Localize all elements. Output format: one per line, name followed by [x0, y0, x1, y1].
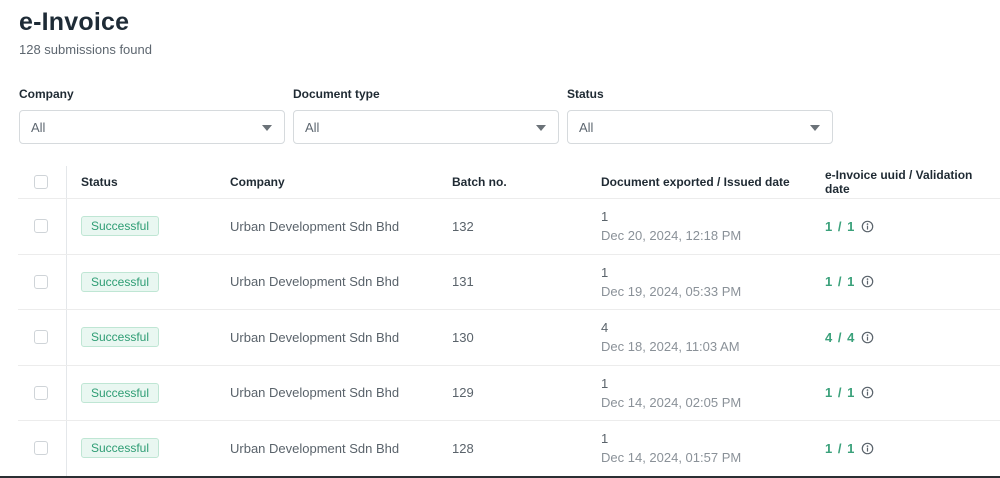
row-checkbox[interactable] [34, 385, 48, 400]
column-header-status[interactable]: Status [81, 166, 118, 198]
uuid-count: 1 / 1 [825, 218, 856, 234]
document-type-select-value: All [305, 119, 320, 135]
company-cell: Urban Development Sdn Bhd [230, 274, 400, 290]
row-checkbox[interactable] [34, 219, 48, 234]
batch-cell: 128 [452, 440, 474, 456]
document-count: 1 [601, 431, 609, 447]
caret-down-icon [810, 125, 820, 131]
batch-cell: 130 [452, 329, 474, 345]
status-cell: Successful [81, 199, 160, 254]
status-cell: Successful [81, 366, 160, 421]
info-icon[interactable] [861, 331, 874, 344]
company-cell: Urban Development Sdn Bhd [230, 329, 400, 345]
page-title: e-Invoice [19, 8, 130, 36]
status-filter: Status All [567, 87, 833, 144]
document-type-filter-label: Document type [293, 87, 380, 101]
row-select-cell [34, 421, 48, 476]
company-cell: Urban Development Sdn Bhd [230, 440, 400, 456]
uuid-count: 4 / 4 [825, 329, 856, 345]
submissions-table: Status Company Batch no. Document export… [18, 166, 1000, 477]
row-checkbox[interactable] [34, 274, 48, 289]
row-checkbox[interactable] [34, 330, 48, 345]
row-select-cell [34, 366, 48, 421]
status-badge: Successful [81, 327, 160, 348]
row-select-cell [34, 255, 48, 310]
status-badge: Successful [81, 216, 160, 237]
document-count: 1 [601, 375, 609, 391]
uuid-count: 1 / 1 [825, 274, 856, 290]
info-icon[interactable] [861, 386, 874, 399]
document-type-filter: Document type All [293, 87, 559, 144]
table-row[interactable]: Successful Urban Development Sdn Bhd 128… [18, 421, 1000, 477]
column-divider [66, 199, 67, 254]
company-select[interactable]: All [19, 110, 285, 144]
table-row[interactable]: Successful Urban Development Sdn Bhd 130… [18, 310, 1000, 366]
company-filter: Company All [19, 87, 285, 144]
select-all-checkbox[interactable] [34, 175, 48, 189]
uuid-count: 1 / 1 [825, 440, 856, 456]
company-cell: Urban Development Sdn Bhd [230, 385, 400, 401]
column-divider [66, 166, 67, 198]
info-icon[interactable] [861, 220, 874, 233]
batch-cell: 129 [452, 385, 474, 401]
select-all-cell [34, 166, 48, 198]
column-divider [66, 254, 67, 309]
table-row[interactable]: Successful Urban Development Sdn Bhd 131… [18, 254, 1000, 310]
issued-date: Dec 14, 2024, 01:57 PM [601, 450, 742, 466]
status-filter-label: Status [567, 87, 604, 101]
issued-date: Dec 18, 2024, 11:03 AM [601, 339, 740, 355]
table-row[interactable]: Successful Urban Development Sdn Bhd 129… [18, 365, 1000, 421]
document-type-select[interactable]: All [293, 110, 559, 144]
uuid-cell: 1 / 1 [825, 421, 874, 476]
document-count: 1 [601, 209, 609, 225]
table-header-row: Status Company Batch no. Document export… [18, 166, 1000, 199]
status-select[interactable]: All [567, 110, 833, 144]
column-divider [66, 421, 67, 476]
row-checkbox[interactable] [34, 441, 48, 456]
document-count: 4 [601, 320, 609, 336]
document-cell: 1 Dec 20, 2024, 12:18 PM [601, 199, 741, 254]
column-divider [66, 365, 67, 420]
issued-date: Dec 20, 2024, 12:18 PM [601, 228, 742, 244]
uuid-count: 1 / 1 [825, 385, 856, 401]
status-cell: Successful [81, 421, 160, 476]
status-select-value: All [579, 119, 594, 135]
status-cell: Successful [81, 255, 160, 310]
row-select-cell [34, 199, 48, 254]
table-row[interactable]: Successful Urban Development Sdn Bhd 132… [18, 199, 1000, 255]
status-badge: Successful [81, 382, 160, 403]
document-count: 1 [601, 264, 609, 280]
uuid-cell: 4 / 4 [825, 310, 874, 365]
uuid-cell: 1 / 1 [825, 366, 874, 421]
issued-date: Dec 19, 2024, 05:33 PM [601, 283, 742, 299]
document-cell: 1 Dec 14, 2024, 01:57 PM [601, 421, 741, 476]
uuid-cell: 1 / 1 [825, 255, 874, 310]
issued-date: Dec 14, 2024, 02:05 PM [601, 394, 742, 410]
info-icon[interactable] [861, 442, 874, 455]
company-cell: Urban Development Sdn Bhd [230, 218, 400, 234]
info-icon[interactable] [861, 275, 874, 288]
caret-down-icon [262, 125, 272, 131]
batch-cell: 131 [452, 274, 474, 290]
column-header-batch[interactable]: Batch no. [452, 166, 507, 198]
row-select-cell [34, 310, 48, 365]
uuid-cell: 1 / 1 [825, 199, 874, 254]
column-header-document[interactable]: Document exported / Issued date [601, 166, 790, 198]
caret-down-icon [536, 125, 546, 131]
company-select-value: All [31, 119, 46, 135]
status-badge: Successful [81, 438, 160, 459]
document-cell: 1 Dec 14, 2024, 02:05 PM [601, 366, 741, 421]
status-badge: Successful [81, 271, 160, 292]
column-header-company[interactable]: Company [230, 166, 285, 198]
document-cell: 1 Dec 19, 2024, 05:33 PM [601, 255, 741, 310]
column-divider [66, 310, 67, 365]
status-cell: Successful [81, 310, 160, 365]
submissions-count: 128 submissions found [19, 42, 152, 57]
company-filter-label: Company [19, 87, 74, 101]
column-header-uuid[interactable]: e-Invoice uuid / Validation date [825, 166, 1000, 198]
batch-cell: 132 [452, 218, 474, 234]
document-cell: 4 Dec 18, 2024, 11:03 AM [601, 310, 740, 365]
